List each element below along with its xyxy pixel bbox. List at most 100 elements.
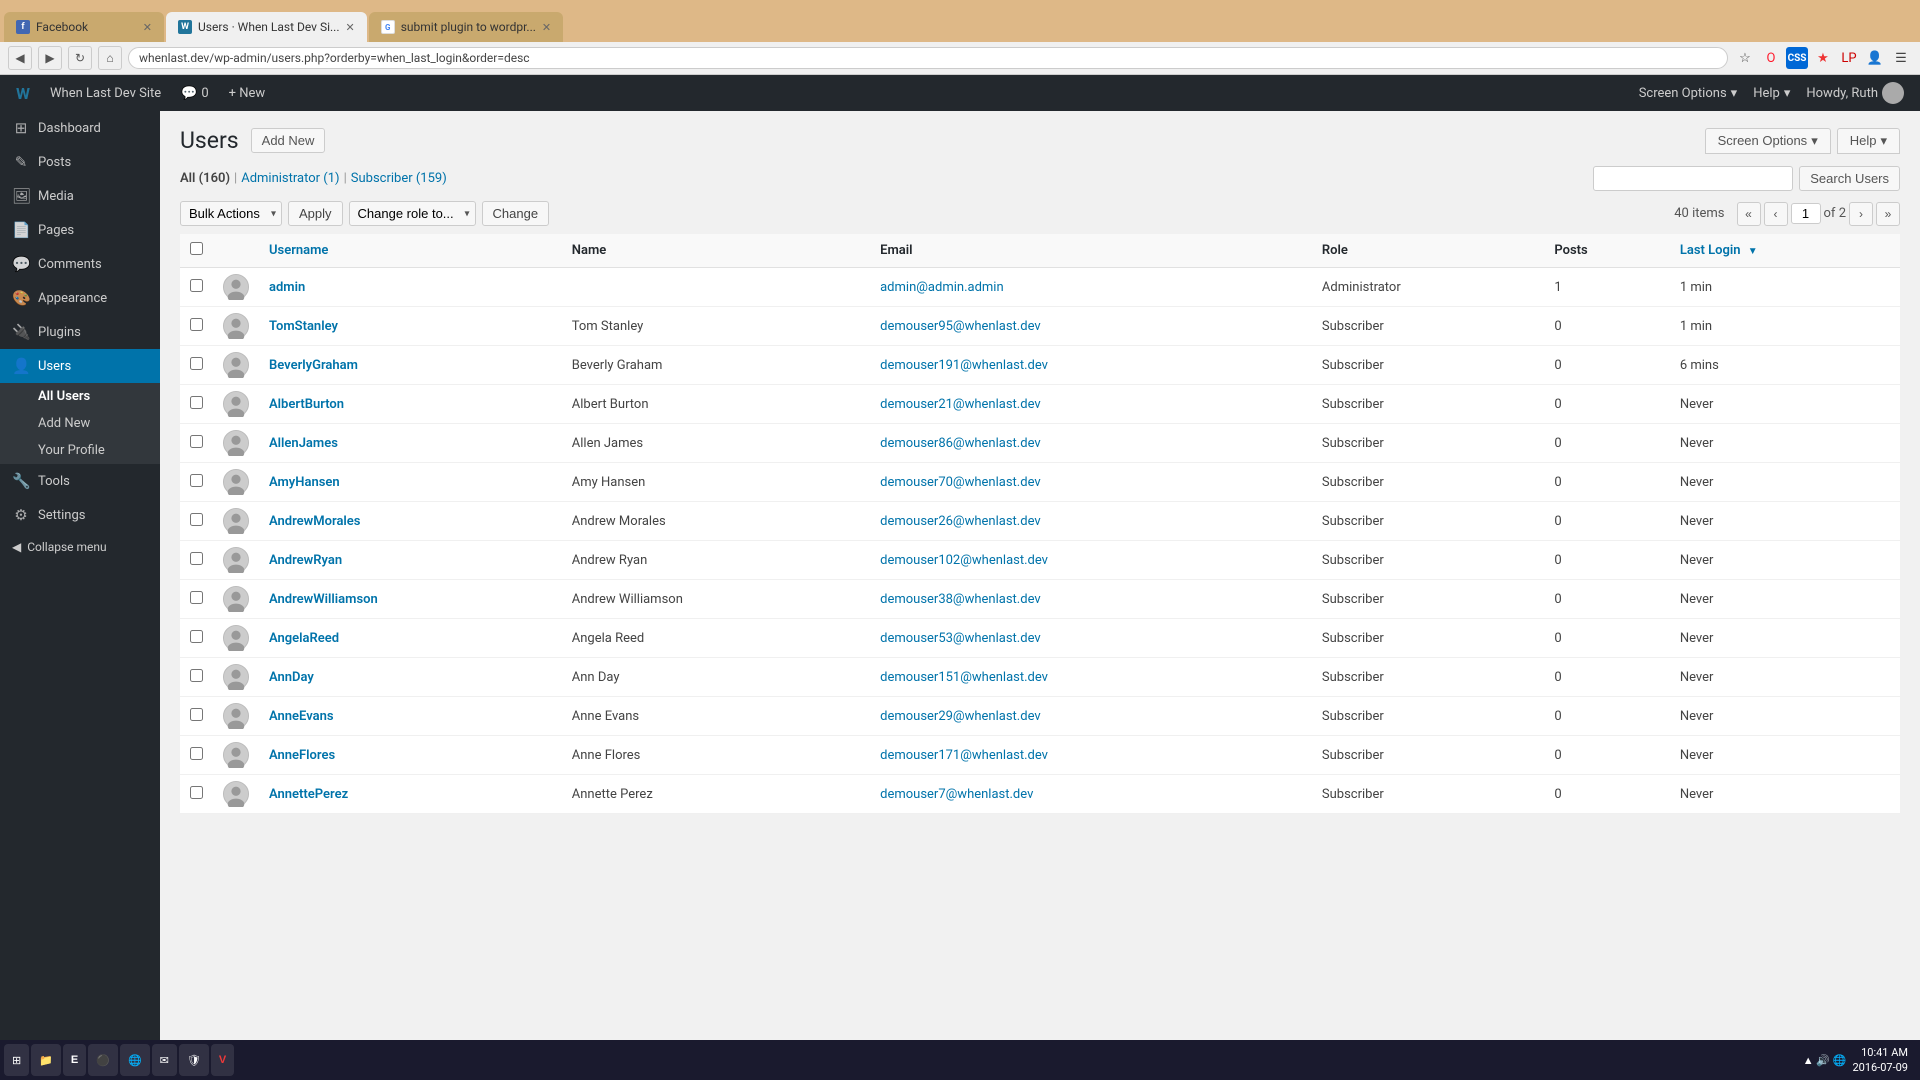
sidebar-item-comments[interactable]: 💬 Comments: [0, 247, 160, 281]
sidebar-item-plugins[interactable]: 🔌 Plugins: [0, 315, 160, 349]
username-link[interactable]: AnneEvans: [269, 709, 334, 724]
email-link[interactable]: demouser102@whenlast.dev: [880, 553, 1048, 568]
username-link[interactable]: AnneFlores: [269, 748, 335, 763]
sidebar-item-appearance[interactable]: 🎨 Appearance: [0, 281, 160, 315]
site-name-item[interactable]: When Last Dev Site: [42, 75, 169, 111]
tab-google[interactable]: G submit plugin to wordpr... ✕: [369, 12, 563, 42]
sidebar-item-all-users[interactable]: All Users: [0, 383, 160, 410]
row-checkbox[interactable]: [190, 474, 203, 487]
email-link[interactable]: demouser171@whenlast.dev: [880, 748, 1048, 763]
username-link[interactable]: AllenJames: [269, 436, 338, 451]
email-link[interactable]: demouser86@whenlast.dev: [880, 436, 1041, 451]
username-link[interactable]: AngelaReed: [269, 631, 339, 646]
row-checkbox[interactable]: [190, 279, 203, 292]
email-link[interactable]: demouser38@whenlast.dev: [880, 592, 1041, 607]
row-checkbox[interactable]: [190, 357, 203, 370]
close-icon[interactable]: ✕: [542, 21, 551, 34]
row-checkbox[interactable]: [190, 747, 203, 760]
username-link[interactable]: TomStanley: [269, 319, 338, 334]
sidebar-item-users[interactable]: 👤 Users: [0, 349, 160, 383]
close-icon[interactable]: ✕: [345, 21, 354, 34]
vpn-app[interactable]: 🛡: [179, 1044, 209, 1076]
forward-button[interactable]: ▶: [38, 46, 62, 70]
username-link[interactable]: AndrewWilliamson: [269, 592, 378, 607]
add-new-button[interactable]: Add New: [251, 128, 326, 153]
bulk-actions-select[interactable]: Bulk Actions: [180, 201, 282, 226]
email-link[interactable]: demouser191@whenlast.dev: [880, 358, 1048, 373]
username-link[interactable]: AndrewRyan: [269, 553, 342, 568]
username-link[interactable]: AndrewMorales: [269, 514, 360, 529]
row-checkbox[interactable]: [190, 318, 203, 331]
row-checkbox[interactable]: [190, 552, 203, 565]
page-number-input[interactable]: [1791, 203, 1821, 224]
email-link[interactable]: demouser70@whenlast.dev: [880, 475, 1041, 490]
filter-all[interactable]: All (160): [180, 171, 230, 186]
username-sort-link[interactable]: Username: [269, 243, 328, 258]
last-page-button[interactable]: »: [1876, 202, 1900, 226]
sidebar-item-your-profile[interactable]: Your Profile: [0, 437, 160, 464]
collapse-menu-btn[interactable]: ◀ Collapse menu: [0, 532, 160, 562]
sidebar-item-tools[interactable]: 🔧 Tools: [0, 464, 160, 498]
comments-item[interactable]: 💬 0: [173, 75, 217, 111]
row-checkbox[interactable]: [190, 591, 203, 604]
chrome-app[interactable]: 🌐: [120, 1044, 150, 1076]
user-greeting[interactable]: Howdy, Ruth: [1798, 75, 1912, 111]
sidebar-item-dashboard[interactable]: ⊞ Dashboard: [0, 111, 160, 145]
row-checkbox[interactable]: [190, 786, 203, 799]
sidebar-item-posts[interactable]: ✎ Posts: [0, 145, 160, 179]
folder-app[interactable]: 📁: [31, 1044, 61, 1076]
email-link[interactable]: demouser29@whenlast.dev: [880, 709, 1041, 724]
email-link[interactable]: demouser7@whenlast.dev: [880, 787, 1033, 802]
epic-app[interactable]: E: [63, 1044, 86, 1076]
email-link[interactable]: demouser95@whenlast.dev: [880, 319, 1041, 334]
email-link[interactable]: demouser151@whenlast.dev: [880, 670, 1048, 685]
next-page-button[interactable]: ›: [1849, 202, 1873, 226]
email-link[interactable]: demouser53@whenlast.dev: [880, 631, 1041, 646]
last-login-sort-link[interactable]: Last Login ▼: [1680, 243, 1758, 258]
apply-button[interactable]: Apply: [288, 201, 343, 226]
row-checkbox[interactable]: [190, 708, 203, 721]
css-icon[interactable]: CSS: [1786, 47, 1808, 69]
username-link[interactable]: BeverlyGraham: [269, 358, 358, 373]
new-content-item[interactable]: + New: [221, 75, 274, 111]
back-button[interactable]: ◀: [8, 46, 32, 70]
opera-icon[interactable]: O: [1760, 47, 1782, 69]
row-checkbox[interactable]: [190, 669, 203, 682]
help-btn[interactable]: Help ▾: [1745, 75, 1798, 111]
home-button[interactable]: ⌂: [98, 46, 122, 70]
close-icon[interactable]: ✕: [143, 21, 152, 34]
filter-administrator[interactable]: Administrator (1): [241, 171, 339, 186]
sidebar-item-settings[interactable]: ⚙ Settings: [0, 498, 160, 532]
change-role-select[interactable]: Change role to...: [349, 201, 476, 226]
screen-options-btn[interactable]: Screen Options ▾: [1631, 75, 1746, 111]
address-bar[interactable]: whenlast.dev/wp-admin/users.php?orderby=…: [128, 47, 1728, 69]
username-link[interactable]: AnnDay: [269, 670, 314, 685]
user-icon[interactable]: 👤: [1864, 47, 1886, 69]
sidebar-item-media[interactable]: 🖼 Media: [0, 179, 160, 213]
email-link[interactable]: admin@admin.admin: [880, 280, 1004, 295]
username-link[interactable]: admin: [269, 280, 305, 295]
search-users-button[interactable]: Search Users: [1799, 166, 1900, 191]
first-page-button[interactable]: «: [1737, 202, 1761, 226]
vivaldi-app[interactable]: V: [211, 1044, 234, 1076]
username-link[interactable]: AlbertBurton: [269, 397, 344, 412]
row-checkbox[interactable]: [190, 396, 203, 409]
search-users-input[interactable]: [1593, 166, 1793, 191]
ext-icon[interactable]: ★: [1812, 47, 1834, 69]
refresh-button[interactable]: ↻: [68, 46, 92, 70]
filter-subscriber[interactable]: Subscriber (159): [351, 171, 447, 186]
wp-logo[interactable]: W: [8, 75, 38, 111]
star-icon[interactable]: ☆: [1734, 47, 1756, 69]
row-checkbox[interactable]: [190, 630, 203, 643]
username-link[interactable]: AnnettePerez: [269, 787, 348, 802]
tab-users[interactable]: W Users · When Last Dev Si... ✕: [166, 12, 367, 42]
lastpass-icon[interactable]: LP: [1838, 47, 1860, 69]
row-checkbox[interactable]: [190, 513, 203, 526]
screen-options-button[interactable]: Screen Options ▾: [1705, 128, 1831, 154]
email-link[interactable]: demouser21@whenlast.dev: [880, 397, 1041, 412]
sidebar-item-add-new[interactable]: Add New: [0, 410, 160, 437]
sidebar-item-pages[interactable]: 📄 Pages: [0, 213, 160, 247]
email-link[interactable]: demouser26@whenlast.dev: [880, 514, 1041, 529]
thunderbird-app[interactable]: ✉: [152, 1044, 177, 1076]
change-button[interactable]: Change: [482, 201, 550, 226]
